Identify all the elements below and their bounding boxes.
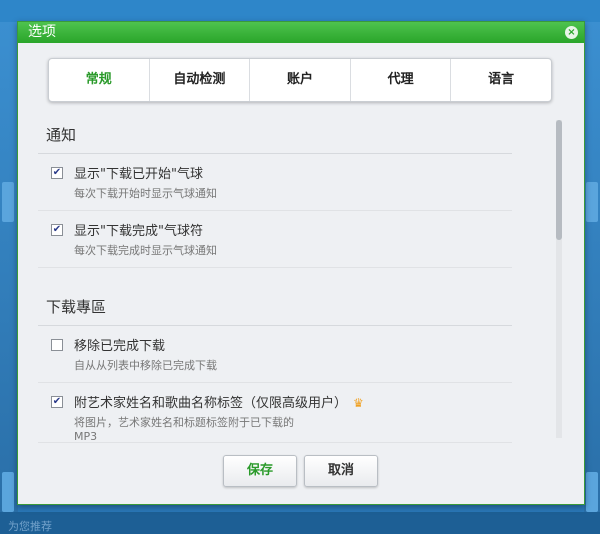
save-button[interactable]: 保存 (223, 455, 297, 487)
background-left-panel (0, 22, 18, 512)
option-desc: 将图片，艺术家姓名和标题标签附于已下载的MP3 (74, 416, 294, 443)
option-tag-artist-title: ✔ 附艺术家姓名和歌曲名称标签（仅限高级用户） ♛ 将图片，艺术家姓名和标题标签附… (38, 383, 512, 443)
crown-icon: ♛ (353, 396, 364, 410)
options-dialog: 选项 × 常规 自动检测 账户 代理 语言 通知 ✔ 显示"下载已开始"气球 每… (17, 21, 585, 505)
background-block (586, 472, 598, 512)
option-label: 移除已完成下载 (74, 339, 166, 354)
dialog-title: 选项 (28, 24, 56, 40)
tab-general[interactable]: 常规 (49, 59, 150, 101)
background-app-header (0, 0, 600, 22)
tab-proxy[interactable]: 代理 (351, 59, 452, 101)
option-desc: 自从从列表中移除已完成下载 (74, 359, 217, 372)
checkbox-show-complete-balloon[interactable]: ✔ (51, 224, 63, 236)
dialog-titlebar[interactable]: 选项 × (18, 22, 584, 43)
background-block (2, 182, 14, 222)
option-label: 附艺术家姓名和歌曲名称标签（仅限高级用户） (74, 396, 348, 411)
option-label-row: 附艺术家姓名和歌曲名称标签（仅限高级用户） ♛ (74, 392, 512, 411)
checkbox-remove-completed[interactable] (51, 339, 63, 351)
tab-account[interactable]: 账户 (250, 59, 351, 101)
option-desc: 每次下载完成时显示气球通知 (74, 244, 217, 257)
option-label: 显示"下载已开始"气球 (74, 167, 203, 182)
checkbox-show-start-balloon[interactable]: ✔ (51, 167, 63, 179)
tab-auto-detect[interactable]: 自动检测 (150, 59, 251, 101)
background-footer-text: 为您推荐 (8, 520, 52, 533)
background-footer: 为您推荐 (0, 512, 600, 534)
section-title-notify: 通知 (38, 114, 512, 154)
checkbox-tag-artist-title[interactable]: ✔ (51, 396, 63, 408)
close-icon[interactable]: × (565, 26, 578, 39)
scrollbar-thumb[interactable] (556, 120, 562, 240)
option-remove-completed: 移除已完成下载 自从从列表中移除已完成下载 (38, 326, 512, 383)
background-block (586, 182, 598, 222)
tab-bar: 常规 自动检测 账户 代理 语言 (48, 58, 552, 102)
option-show-start-balloon: ✔ 显示"下载已开始"气球 每次下载开始时显示气球通知 (38, 154, 512, 211)
section-title-download: 下载專區 (38, 286, 512, 326)
cancel-button[interactable]: 取消 (304, 455, 378, 487)
option-show-complete-balloon: ✔ 显示"下载完成"气球符 每次下载完成时显示气球通知 (38, 211, 512, 268)
option-label: 显示"下载完成"气球符 (74, 224, 203, 239)
options-content: 通知 ✔ 显示"下载已开始"气球 每次下载开始时显示气球通知 ✔ 显示"下载完成… (38, 114, 512, 444)
option-desc: 每次下载开始时显示气球通知 (74, 187, 217, 200)
background-block (2, 472, 14, 512)
tab-language[interactable]: 语言 (451, 59, 551, 101)
background-right-panel (584, 22, 600, 512)
